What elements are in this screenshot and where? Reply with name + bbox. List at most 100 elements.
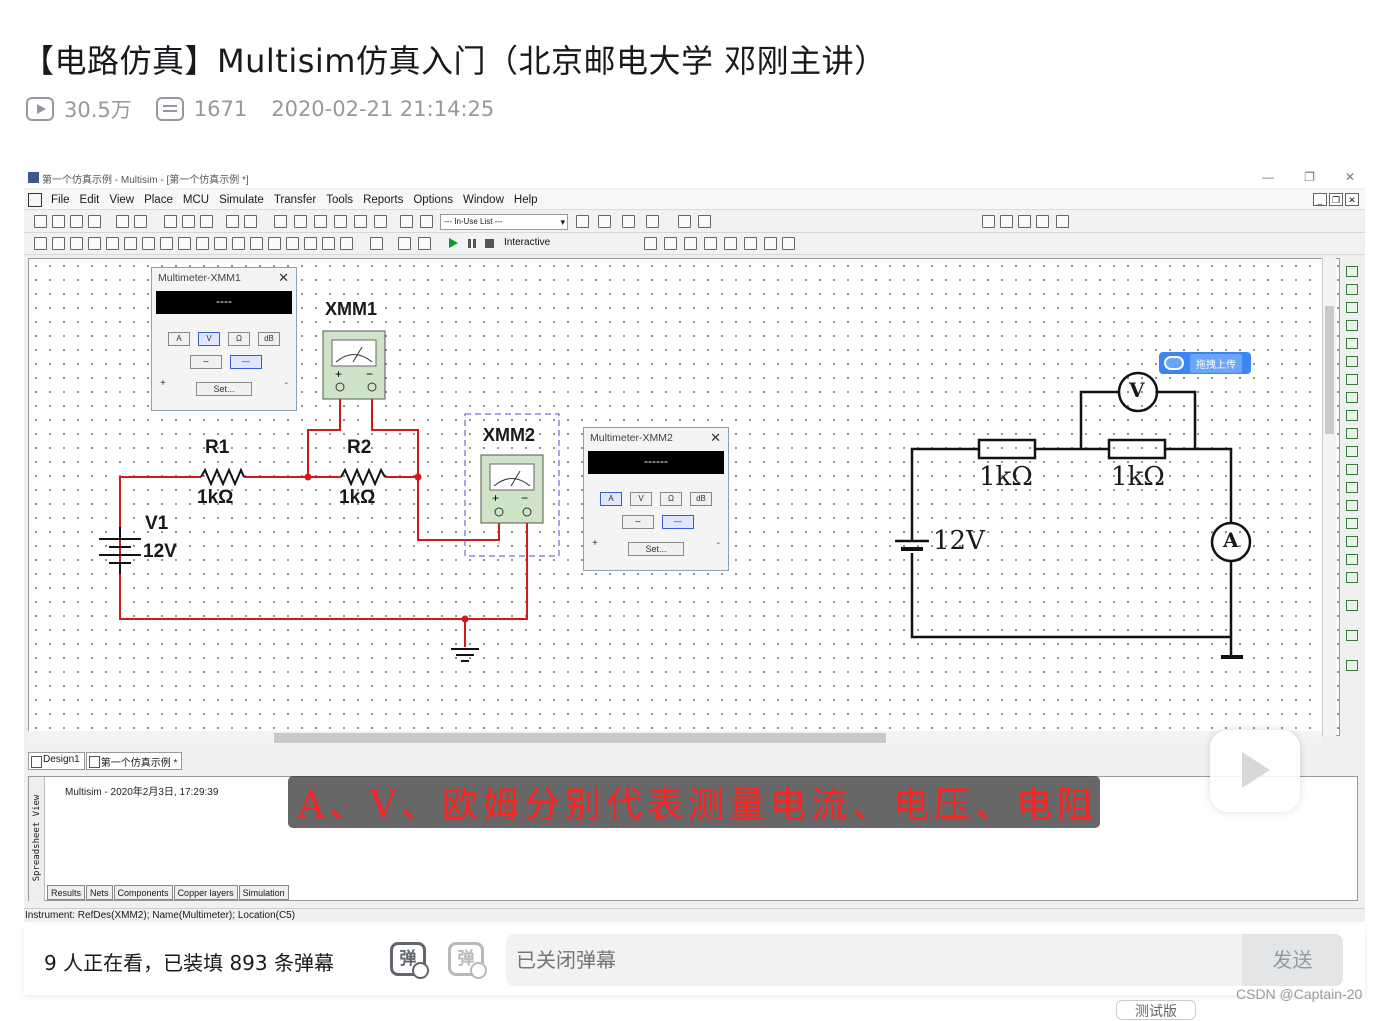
- indicator-icon[interactable]: [196, 237, 209, 250]
- postprocessor-icon[interactable]: [354, 215, 367, 228]
- mdi-restore-icon[interactable]: ❐: [1329, 193, 1343, 206]
- upload-badge[interactable]: 拖拽上传: [1159, 352, 1251, 374]
- beta-badge[interactable]: 测试版: [1116, 1000, 1196, 1020]
- spreadsheet-view-icon[interactable]: [294, 215, 307, 228]
- xmm2-set-button[interactable]: Set...: [628, 542, 684, 556]
- send-button[interactable]: 发送: [1242, 934, 1343, 986]
- xmm1-set-button[interactable]: Set...: [196, 382, 252, 396]
- cut-icon[interactable]: [164, 215, 177, 228]
- interactive-mode-label[interactable]: Interactive: [504, 237, 550, 248]
- paste-icon[interactable]: [200, 215, 213, 228]
- distortion-analyzer-icon[interactable]: [1346, 464, 1358, 475]
- undo-icon[interactable]: [226, 215, 239, 228]
- menu-tools[interactable]: Tools: [326, 194, 353, 206]
- xmm2-voltmeter-button[interactable]: V: [630, 492, 652, 506]
- tab-design1[interactable]: Design1: [28, 752, 85, 770]
- xmm2-ohmmeter-button[interactable]: Ω: [660, 492, 682, 506]
- logic-converter-icon[interactable]: [1346, 410, 1358, 421]
- function-generator-icon[interactable]: [664, 237, 677, 250]
- current-probe-icon[interactable]: [1346, 630, 1358, 641]
- word-generator-icon[interactable]: [764, 237, 777, 250]
- horizontal-scroll-thumb[interactable]: [274, 733, 886, 743]
- xmm1-ohmmeter-button[interactable]: Ω: [228, 332, 250, 346]
- frequency-counter-icon[interactable]: [744, 237, 757, 250]
- analog-icon[interactable]: [106, 237, 119, 250]
- pause-simulation-icon[interactable]: [468, 239, 476, 248]
- connector-icon[interactable]: [322, 237, 335, 250]
- in-use-list-select[interactable]: --- In-Use List ---: [440, 214, 568, 230]
- run-simulation-icon[interactable]: [449, 238, 458, 248]
- design-toolbox-icon[interactable]: [314, 215, 327, 228]
- spectrum-analyzer-icon[interactable]: [1346, 482, 1358, 493]
- close-icon[interactable]: ✕: [278, 270, 289, 286]
- print-preview-icon[interactable]: [134, 215, 147, 228]
- tab-copper-layers[interactable]: Copper layers: [173, 885, 238, 900]
- menu-transfer[interactable]: Transfer: [274, 194, 316, 206]
- danmaku-toggle-icon[interactable]: 弹: [390, 942, 429, 979]
- play-button[interactable]: [1210, 730, 1300, 812]
- danmaku-settings-icon[interactable]: 弹: [448, 942, 487, 979]
- vertical-scroll-thumb[interactable]: [1325, 306, 1334, 434]
- tab-results[interactable]: Results: [47, 885, 86, 900]
- multimeter-instrument-icon[interactable]: [644, 237, 657, 250]
- menu-view[interactable]: View: [109, 194, 134, 206]
- xmm2-db-button[interactable]: dB: [690, 492, 712, 506]
- print-icon[interactable]: [116, 215, 129, 228]
- restore-icon[interactable]: ❐: [1304, 170, 1315, 184]
- mixed-icon[interactable]: [178, 237, 191, 250]
- menu-window[interactable]: Window: [463, 194, 504, 206]
- zoom-area-icon[interactable]: [1018, 215, 1031, 228]
- zoom-out-icon[interactable]: [1000, 215, 1013, 228]
- copy-icon[interactable]: [182, 215, 195, 228]
- agilent-multimeter-icon[interactable]: [1346, 536, 1358, 547]
- danmaku-input[interactable]: [506, 934, 1244, 986]
- menu-help[interactable]: Help: [514, 194, 538, 206]
- labview-instrument-icon[interactable]: [1346, 600, 1358, 611]
- open-sample-icon[interactable]: [70, 215, 83, 228]
- menu-simulate[interactable]: Simulate: [219, 194, 264, 206]
- mcu-icon[interactable]: [340, 237, 353, 250]
- erc-icon[interactable]: [576, 215, 589, 228]
- schematic-canvas[interactable]: + − + − XMM1 XMM2 R1 1kΩ R2 1kΩ V1 12V 1…: [28, 258, 1340, 736]
- create-component-icon[interactable]: [420, 215, 433, 228]
- xmm1-dc-button[interactable]: —: [230, 355, 262, 369]
- xmm2-dc-button[interactable]: —: [662, 515, 694, 529]
- hierarchical-block-icon[interactable]: [370, 237, 383, 250]
- bode-plotter-icon[interactable]: [724, 237, 737, 250]
- menu-edit[interactable]: Edit: [80, 194, 100, 206]
- transfer-icon[interactable]: [646, 215, 659, 228]
- back-annotate-icon[interactable]: [622, 215, 635, 228]
- tab-nets[interactable]: Nets: [86, 885, 113, 900]
- wattmeter-icon[interactable]: [684, 237, 697, 250]
- canvas-vertical-scrollbar[interactable]: [1322, 258, 1336, 736]
- menu-options[interactable]: Options: [413, 194, 453, 206]
- database-manager-icon[interactable]: [400, 215, 413, 228]
- new-file-icon[interactable]: [34, 215, 47, 228]
- agilent-oscilloscope-icon[interactable]: [1346, 554, 1358, 565]
- electromechanical-icon[interactable]: [286, 237, 299, 250]
- parent-sheet-icon[interactable]: [374, 215, 387, 228]
- ni-component-icon[interactable]: [304, 237, 317, 250]
- xmm1-db-button[interactable]: dB: [258, 332, 280, 346]
- transistor-icon[interactable]: [88, 237, 101, 250]
- wattmeter-tool-icon[interactable]: [1346, 302, 1358, 313]
- basic-icon[interactable]: [52, 237, 65, 250]
- full-screen-icon[interactable]: [1056, 215, 1069, 228]
- forward-annotate-icon[interactable]: [598, 215, 611, 228]
- multimeter-xmm2-panel[interactable]: Multimeter-XMM2 ✕ ------ A V Ω dB ∼ — + …: [583, 427, 729, 571]
- iv-analyzer-icon[interactable]: [1346, 446, 1358, 457]
- network-analyzer-icon[interactable]: [1346, 500, 1358, 511]
- stop-simulation-icon[interactable]: [485, 239, 494, 248]
- multimeter-xmm1-panel[interactable]: Multimeter-XMM1 ✕ ---- A V Ω dB ∼ — + - …: [151, 267, 297, 411]
- multimeter-tool-icon[interactable]: [1346, 266, 1358, 277]
- menu-place[interactable]: Place: [144, 194, 173, 206]
- close-icon[interactable]: ✕: [1345, 170, 1355, 184]
- frequency-counter-tool-icon[interactable]: [1346, 374, 1358, 385]
- diode-icon[interactable]: [70, 237, 83, 250]
- menu-mcu[interactable]: MCU: [183, 194, 209, 206]
- mdi-close-icon[interactable]: ✕: [1345, 193, 1359, 206]
- measurement-probe-icon[interactable]: [1346, 660, 1358, 671]
- xmm2-ac-button[interactable]: ∼: [622, 515, 654, 529]
- redo-icon[interactable]: [244, 215, 257, 228]
- close-icon[interactable]: ✕: [710, 430, 721, 446]
